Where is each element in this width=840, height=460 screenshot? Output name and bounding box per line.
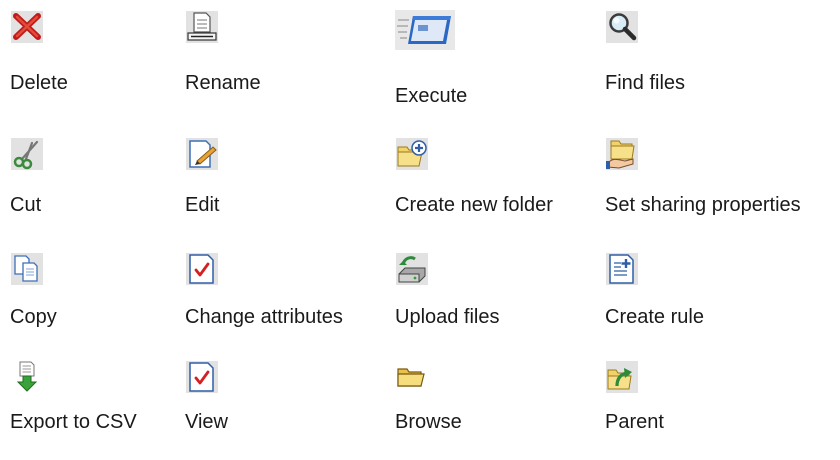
- action-label: Change attributes: [185, 306, 343, 328]
- scissors-icon: [10, 137, 44, 171]
- action-browse[interactable]: Browse: [395, 360, 595, 460]
- action-label: Edit: [185, 194, 220, 216]
- action-label: Cut: [10, 194, 42, 216]
- shared-folder-icon: [605, 137, 639, 171]
- action-cut[interactable]: Cut: [10, 137, 210, 237]
- magnifier-icon: [605, 10, 639, 44]
- action-label: Execute: [395, 85, 468, 107]
- action-delete[interactable]: Delete: [10, 10, 210, 110]
- action-set-sharing-properties[interactable]: Set sharing properties: [605, 137, 805, 237]
- action-label: Create new folder: [395, 194, 553, 216]
- action-label: View: [185, 411, 228, 433]
- action-view[interactable]: View: [185, 360, 385, 460]
- action-label: Find files: [605, 72, 686, 94]
- checked-document-icon: [185, 360, 219, 394]
- parent-folder-icon: [605, 360, 639, 394]
- action-label: Set sharing properties: [605, 194, 801, 216]
- action-label: Export to CSV: [10, 411, 137, 433]
- action-rename[interactable]: Rename: [185, 10, 385, 110]
- new-folder-icon: [395, 137, 429, 171]
- edit-pencil-icon: [185, 137, 219, 171]
- action-label: Parent: [605, 411, 664, 433]
- execute-window-icon: [395, 10, 455, 50]
- action-execute[interactable]: Execute: [395, 10, 595, 110]
- action-find-files[interactable]: Find files: [605, 10, 805, 110]
- action-edit[interactable]: Edit: [185, 137, 385, 237]
- action-label: Upload files: [395, 306, 500, 328]
- action-upload-files[interactable]: Upload files: [395, 252, 595, 352]
- folder-icon: [395, 360, 429, 394]
- delete-x-icon: [10, 10, 44, 44]
- copy-pages-icon: [10, 252, 44, 286]
- action-label: Create rule: [605, 306, 704, 328]
- action-create-new-folder[interactable]: Create new folder: [395, 137, 595, 237]
- export-arrow-icon: [10, 360, 44, 394]
- action-label: Delete: [10, 72, 68, 94]
- action-create-rule[interactable]: Create rule: [605, 252, 805, 352]
- rename-document-icon: [185, 10, 219, 44]
- action-copy[interactable]: Copy: [10, 252, 210, 352]
- action-label: Browse: [395, 411, 462, 433]
- action-parent[interactable]: Parent: [605, 360, 805, 460]
- action-label: Copy: [10, 306, 57, 328]
- action-label: Rename: [185, 72, 261, 94]
- upload-drive-icon: [395, 252, 429, 286]
- action-change-attributes[interactable]: Change attributes: [185, 252, 385, 352]
- rule-document-icon: [605, 252, 639, 286]
- checked-document-icon: [185, 252, 219, 286]
- action-export-to-csv[interactable]: Export to CSV: [10, 360, 210, 460]
